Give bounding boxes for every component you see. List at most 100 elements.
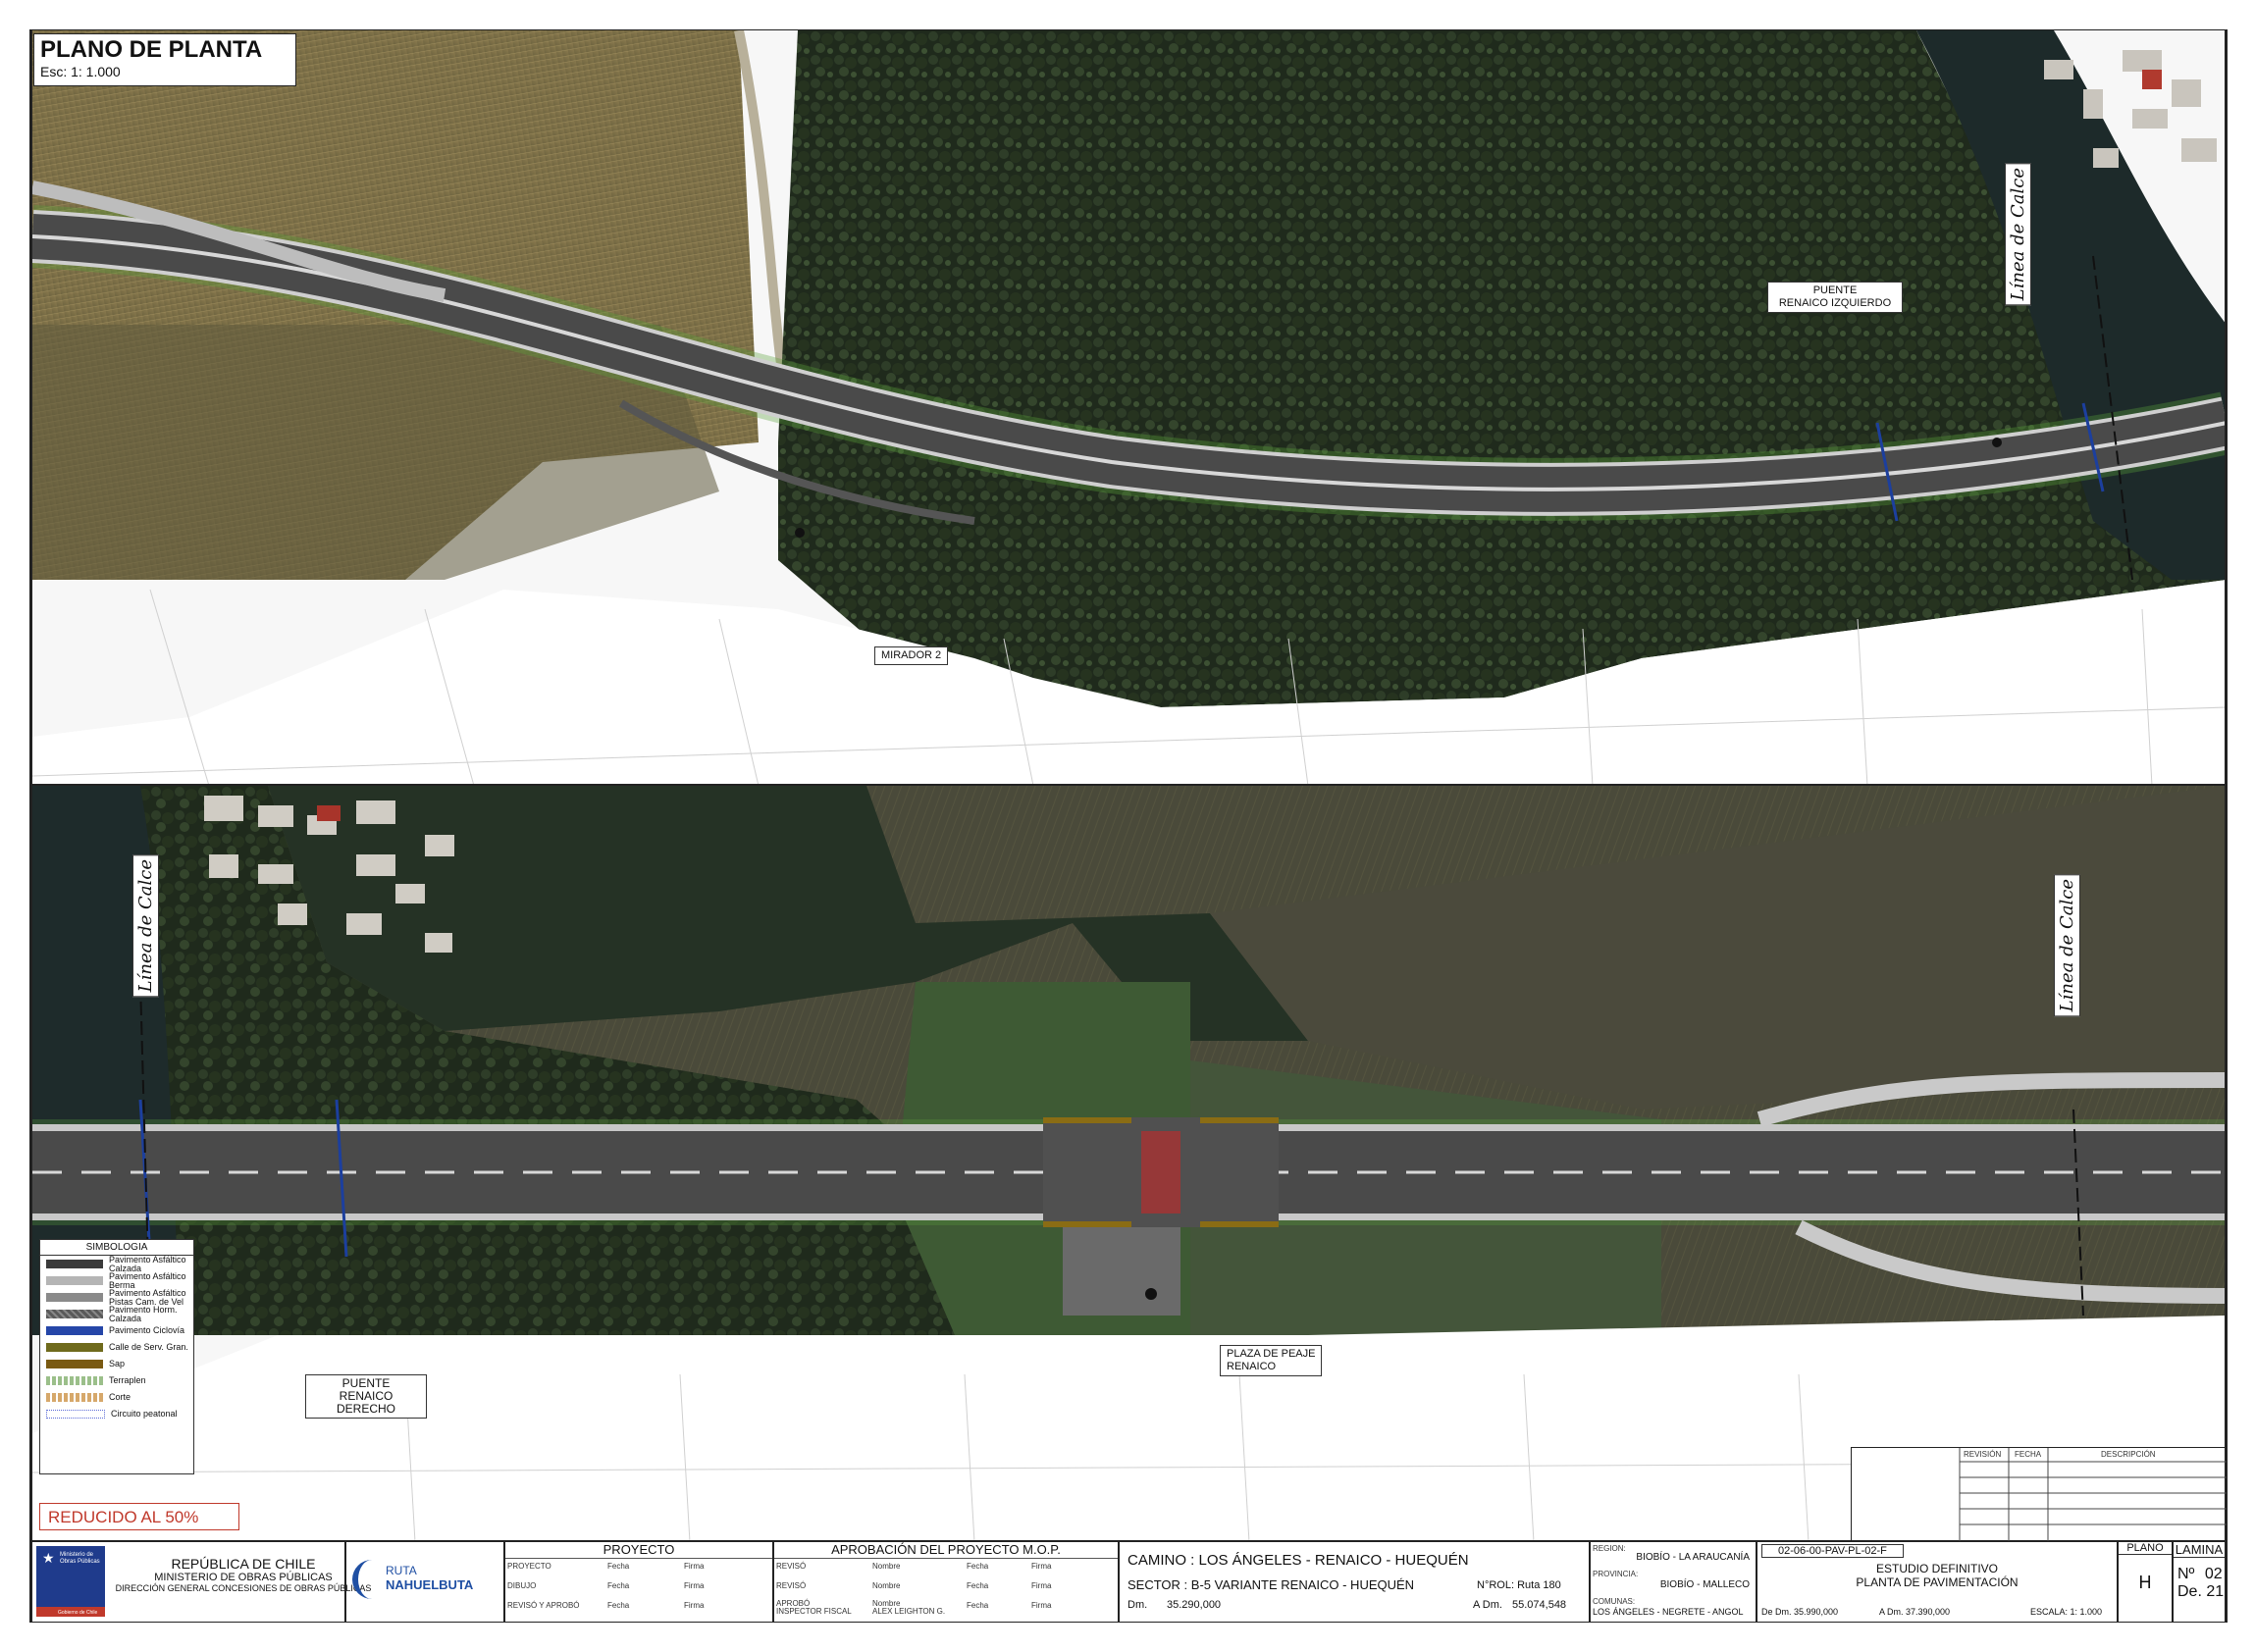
puente-izquierdo-label: PUENTE RENAICO IZQUIERDO	[1767, 282, 1903, 313]
linea-calce-left-label: Línea de Calce	[132, 854, 159, 998]
legend-item: Sap	[40, 1356, 193, 1372]
aprobacion-row: REVISÓ	[776, 1581, 807, 1590]
legend-label: Calle de Serv. Gran.	[109, 1342, 188, 1352]
rol-text: N°ROL: Ruta 180	[1477, 1579, 1561, 1591]
sector-text: SECTOR : B-5 VARIANTE RENAICO - HUEQUÉN	[1128, 1577, 1415, 1592]
title-block: ★ Ministerio de Obras Públicas Gobierno …	[31, 1541, 2226, 1623]
gobierno-text: Gobierno de Chile	[58, 1610, 98, 1616]
plano-label: PLANO	[2119, 1542, 2172, 1555]
top-plan-panel: PUENTE RENAICO IZQUIERDO MIRADOR 2 Línea…	[31, 29, 2226, 785]
proyecto-row: PROYECTO	[507, 1562, 551, 1571]
plano-section: PLANO H	[2119, 1542, 2172, 1621]
col-firma: Firma	[684, 1601, 705, 1610]
label-line: RENAICO DERECHO	[336, 1389, 395, 1416]
plan-scale: Esc: 1: 1.000	[40, 64, 121, 79]
aprobacion-name: ALEX LEIGHTON G.	[872, 1607, 946, 1616]
proyecto-title: PROYECTO	[505, 1542, 772, 1559]
region-value: BIOBÍO - LA ARAUCANÍA	[1636, 1552, 1750, 1563]
region-section: REGION: BIOBÍO - LA ARAUCANÍA PROVINCIA:…	[1591, 1542, 1754, 1621]
legend-label: Pavimento Asfáltico Berma	[109, 1270, 186, 1290]
revision-grid	[1959, 1448, 2227, 1542]
legend-label: Circuito peatonal	[111, 1409, 178, 1419]
comunas-label: COMUNAS:	[1593, 1597, 1636, 1606]
label-line: PLAZA DE PEAJE	[1227, 1348, 1316, 1360]
legend-item: Pavimento Ciclovía	[40, 1322, 193, 1339]
camino-section: CAMINO : LOS ÁNGELES - RENAICO - HUEQUÉN…	[1124, 1542, 1587, 1621]
estudio-section: 02-06-00-PAV-PL-02-F ESTUDIO DEFINITIVO …	[1757, 1542, 2117, 1621]
legend-item: Pavimento Asfáltico Calzada	[40, 1254, 193, 1273]
col-firma: Firma	[1031, 1601, 1052, 1610]
legend-label: Sap	[109, 1359, 126, 1368]
lamina-no-label: Nº	[2177, 1566, 2195, 1582]
mirador-label: MIRADOR 2	[874, 646, 949, 665]
legend-item: Corte	[40, 1389, 193, 1406]
label-line: RENAICO	[1227, 1361, 1277, 1372]
col-nombre: Nombre	[872, 1581, 901, 1590]
adm-value: 55.074,548	[1512, 1599, 1567, 1611]
ruta-logo-mark	[352, 1560, 388, 1599]
col-nombre: Nombre	[872, 1562, 901, 1571]
estudio-line: PLANTA DE PAVIMENTACIÓN	[1856, 1575, 2019, 1589]
provincia-value: BIOBÍO - MALLECO	[1659, 1579, 1750, 1590]
plaza-peaje-label: PLAZA DE PEAJE RENAICO	[1220, 1345, 1323, 1376]
col-firma: Firma	[684, 1581, 705, 1590]
gov-line: DIRECCIÓN GENERAL CONCESIONES DE OBRAS P…	[115, 1583, 372, 1593]
logo-text: Ministerio de	[60, 1552, 94, 1558]
ruta-logo-text: NAHUELBUTA	[386, 1577, 474, 1592]
col-firma: Firma	[1031, 1562, 1052, 1571]
camino-text: CAMINO : LOS ÁNGELES - RENAICO - HUEQUÉN	[1128, 1552, 1469, 1569]
col-firma: Firma	[684, 1562, 705, 1571]
legend-label: Corte	[109, 1392, 131, 1402]
aprobacion-section: APROBACIÓN DEL PROYECTO M.O.P. REVISÓ RE…	[774, 1542, 1118, 1621]
legend-swatch	[46, 1276, 103, 1285]
legend-item: Circuito peatonal	[40, 1406, 193, 1422]
divider	[1118, 1542, 1120, 1622]
lamina-no: 02	[2204, 1566, 2223, 1582]
star-icon: ★	[42, 1550, 55, 1566]
revision-table: REVISIÓN FECHA DESCRIPCIÓN	[1851, 1447, 2227, 1542]
lamina-section: LAMINA Nº 02 De. 21	[2174, 1542, 2225, 1621]
legend-label: Pavimento Asfáltico Calzada	[109, 1254, 186, 1273]
col-fecha: Fecha	[967, 1581, 989, 1590]
col-fecha: Fecha	[607, 1581, 630, 1590]
gov-text: REPÚBLICA DE CHILE MINISTERIO DE OBRAS P…	[111, 1556, 376, 1593]
legend-item: Pavimento Asfáltico Pistas Cam. de Vel	[40, 1287, 193, 1307]
legend-swatch	[46, 1260, 103, 1268]
linea-calce-right-label: Línea de Calce	[2054, 874, 2080, 1017]
ruta-logo-text: RUTA	[386, 1564, 417, 1577]
legend-item: Pavimento Horm. Calzada	[40, 1304, 193, 1323]
legend-swatch	[46, 1343, 103, 1352]
col-fecha: Fecha	[607, 1601, 630, 1610]
gov-line: REPÚBLICA DE CHILE	[171, 1556, 316, 1572]
ruta-logo: RUTA NAHUELBUTA	[352, 1556, 499, 1605]
gov-line: MINISTERIO DE OBRAS PÚBLICAS	[154, 1572, 333, 1583]
bottom-aerial-map	[32, 786, 2225, 1540]
linea-calce-label: Línea de Calce	[2005, 163, 2031, 306]
legend-label: Pavimento Asfáltico Pistas Cam. de Vel	[109, 1287, 186, 1307]
legend-swatch	[46, 1326, 103, 1335]
label-line: PUENTE	[1812, 284, 1858, 296]
mop-logo: ★ Ministerio de Obras Públicas Gobierno …	[36, 1546, 105, 1617]
divider	[344, 1542, 346, 1622]
dm-label: Dm.	[1128, 1599, 1148, 1611]
legend-item: Terraplen	[40, 1372, 193, 1389]
aprobacion-sub: INSPECTOR FISCAL	[776, 1607, 852, 1616]
legend-label: Terraplen	[109, 1375, 146, 1385]
legend: SIMBOLOGIA Pavimento Asfáltico Calzada P…	[39, 1239, 194, 1474]
logo-text: Obras Públicas	[60, 1559, 100, 1565]
legend-item: Calle de Serv. Gran.	[40, 1339, 193, 1356]
legend-swatch	[46, 1360, 103, 1368]
proyecto-section: PROYECTO PROYECTO DIBUJO REVISÓ Y APROBÓ…	[505, 1542, 772, 1621]
aprobacion-title: APROBACIÓN DEL PROYECTO M.O.P.	[774, 1542, 1118, 1559]
estudio-line: ESTUDIO DEFINITIVO	[1875, 1562, 1998, 1575]
legend-label: Pavimento Ciclovía	[109, 1325, 185, 1335]
puente-derecho-label: PUENTE RENAICO DERECHO	[305, 1374, 427, 1419]
col-firma: Firma	[1031, 1581, 1052, 1590]
a-dm: A Dm. 37.390,000	[1879, 1607, 1951, 1617]
lamina-label: LAMINA	[2174, 1542, 2225, 1558]
legend-label: Pavimento Horm. Calzada	[109, 1304, 178, 1323]
legend-title: SIMBOLOGIA	[40, 1240, 193, 1256]
lamina-de: De. 21	[2177, 1583, 2225, 1600]
region-label: REGION:	[1593, 1544, 1626, 1553]
plan-code: 02-06-00-PAV-PL-02-F	[1761, 1544, 1904, 1558]
